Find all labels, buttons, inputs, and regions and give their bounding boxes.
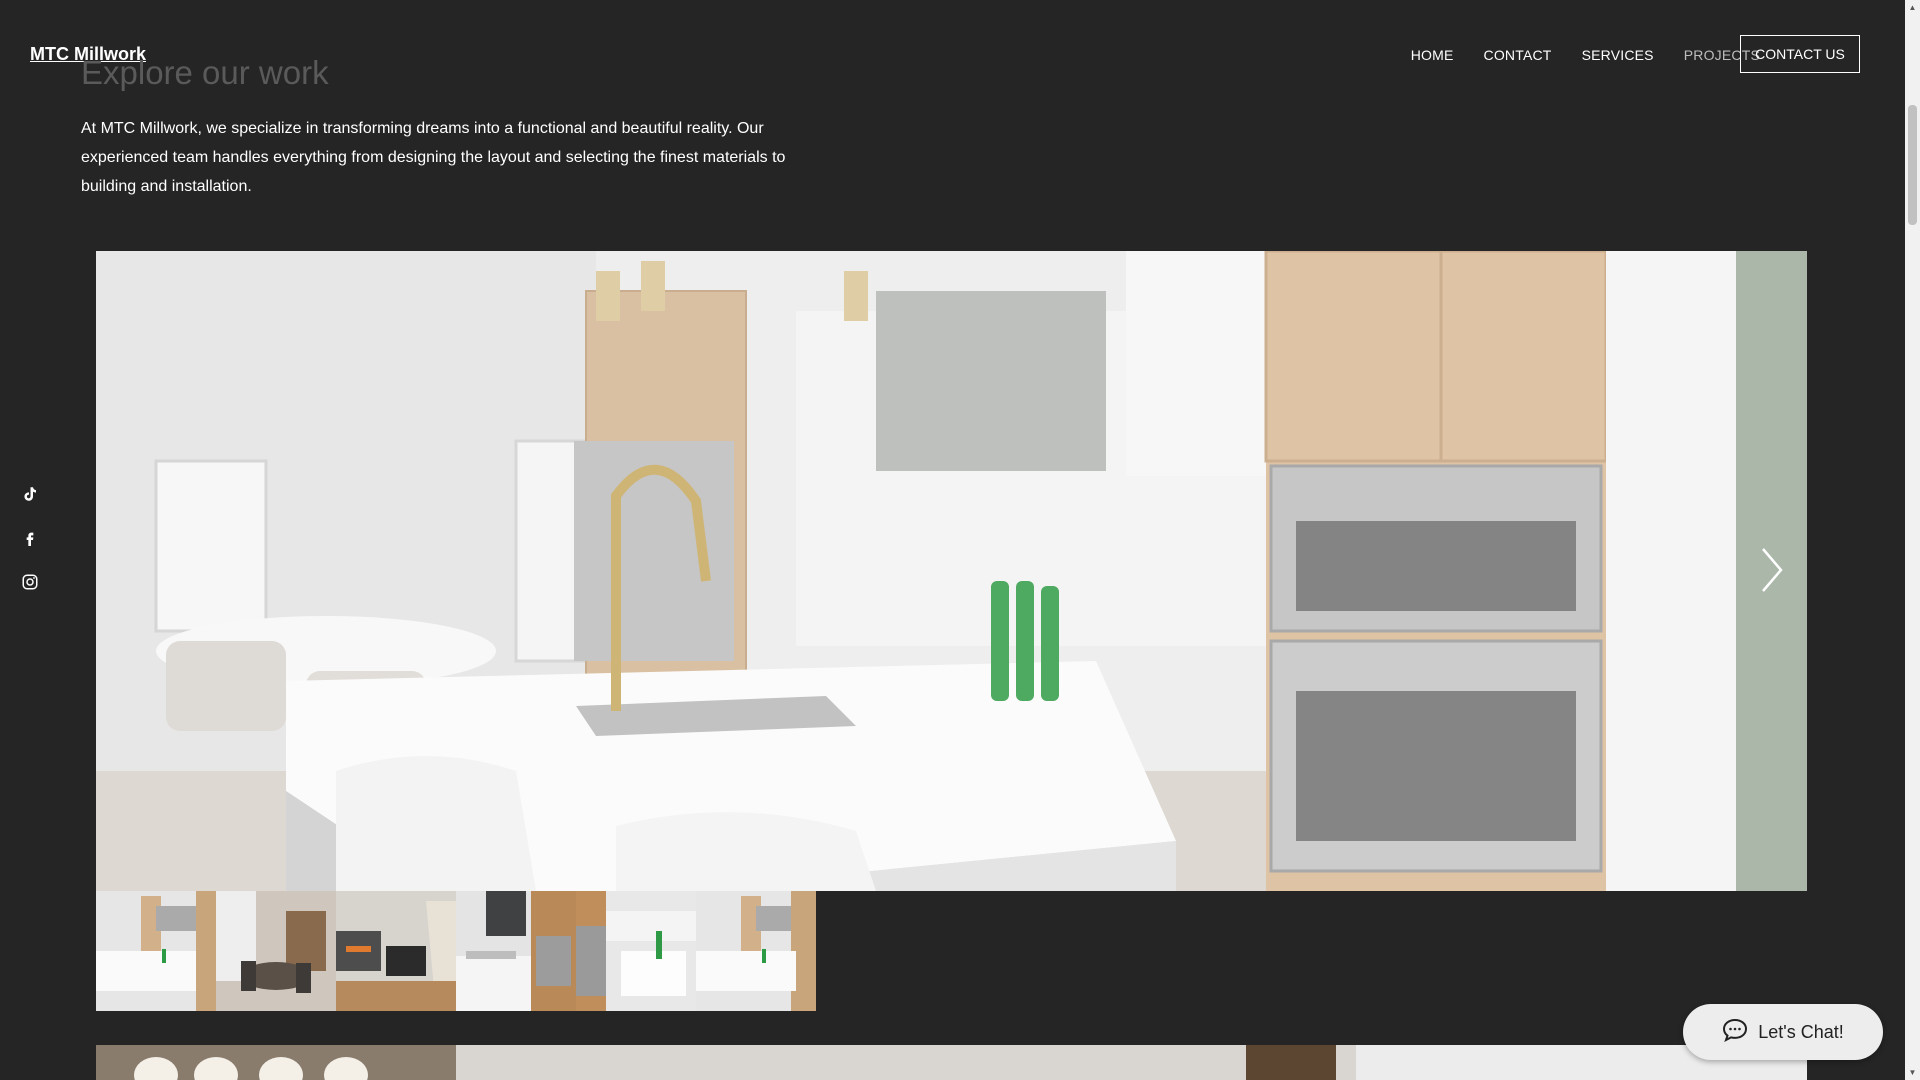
gallery-thumbnail[interactable] [696,891,816,1011]
chat-label: Let's Chat! [1758,1021,1844,1042]
chat-bubble-icon [1722,1018,1748,1047]
gallery-thumbnail[interactable] [456,891,576,1011]
tiktok-icon[interactable] [18,482,42,506]
chat-button[interactable]: Let's Chat! [1683,1004,1883,1060]
nav-home[interactable]: HOME [1411,47,1454,63]
social-bar [18,482,42,594]
instagram-icon[interactable] [18,570,42,594]
scroll-up-icon[interactable]: ▲ [1905,0,1920,15]
page-heading: Explore our work [81,54,329,91]
contact-us-button[interactable]: CONTACT US [1740,35,1860,73]
scrollbar-thumb[interactable] [1908,105,1917,225]
gallery-thumbnail[interactable] [96,891,216,1011]
gallery-thumbnails [96,891,816,1011]
facebook-icon[interactable] [18,526,42,550]
gallery-thumbnail[interactable] [576,891,696,1011]
gallery-main-image[interactable] [96,251,1807,891]
nav-services[interactable]: SERVICES [1582,47,1654,63]
nav-contact[interactable]: CONTACT [1484,47,1552,63]
gallery-second-image[interactable] [96,1045,1807,1080]
main-nav: HOME CONTACT SERVICES PROJECTS [1381,47,1760,63]
gallery-next-arrow-icon[interactable] [1757,545,1787,595]
gallery-thumbnail[interactable] [216,891,336,1011]
page-scrollbar[interactable]: ▲ ▼ [1905,0,1920,1080]
scroll-down-icon[interactable]: ▼ [1905,1065,1920,1080]
intro-text: At MTC Millwork, we specialize in transf… [81,120,786,195]
gallery-thumbnail[interactable] [336,891,456,1011]
